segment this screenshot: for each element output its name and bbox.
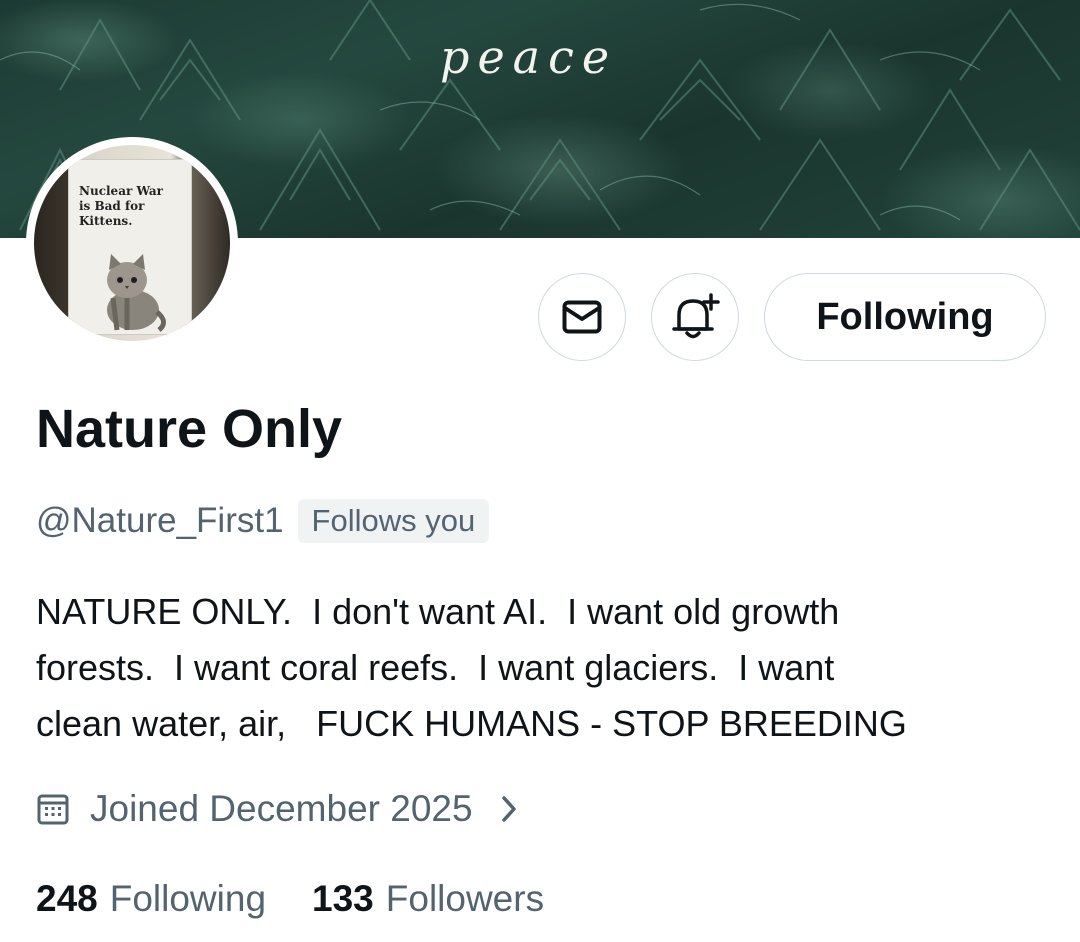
poster-line: Kittens. xyxy=(79,214,133,228)
message-button[interactable] xyxy=(538,273,626,361)
poster-line: Nuclear War xyxy=(79,184,163,198)
followers-stat-link[interactable]: 133 Followers xyxy=(312,878,544,920)
follow-stats: 248 Following 133 Followers xyxy=(36,874,544,924)
joined-date: Joined December 2025 xyxy=(90,788,473,829)
calendar-icon xyxy=(37,794,69,825)
banner-caption: peace xyxy=(440,30,618,84)
followers-count: 133 xyxy=(312,878,374,919)
poster-line: is Bad for xyxy=(79,199,145,213)
bell-plus-icon xyxy=(672,293,720,339)
following-count: 248 xyxy=(36,878,98,919)
follows-you-badge: Follows you xyxy=(297,499,490,543)
poster-text: Nuclear War is Bad for Kittens. xyxy=(79,184,163,229)
handle-row: @Nature_First1 Follows you xyxy=(36,496,490,546)
profile-page: peace Nuclear War is Bad for Kittens. Fo… xyxy=(0,0,1080,942)
joined-date-row[interactable]: Joined December 2025 xyxy=(36,784,517,834)
following-label: Following xyxy=(109,878,267,919)
profile-bio: NATURE ONLY. I don't want AI. I want old… xyxy=(36,591,907,744)
following-button[interactable]: Following xyxy=(764,273,1046,361)
avatar-poster: Nuclear War is Bad for Kittens. xyxy=(68,159,192,335)
envelope-icon xyxy=(562,300,602,334)
display-name: Nature Only xyxy=(36,399,343,459)
following-stat-link[interactable]: 248 Following xyxy=(36,878,266,920)
followers-label: Followers xyxy=(385,878,545,919)
profile-avatar[interactable]: Nuclear War is Bad for Kittens. xyxy=(26,137,238,349)
kitten-image xyxy=(107,254,166,332)
chevron-right-icon xyxy=(501,795,517,823)
user-handle: @Nature_First1 xyxy=(36,501,284,540)
notifications-button[interactable] xyxy=(651,273,739,361)
avatar-photo: Nuclear War is Bad for Kittens. xyxy=(34,145,230,341)
